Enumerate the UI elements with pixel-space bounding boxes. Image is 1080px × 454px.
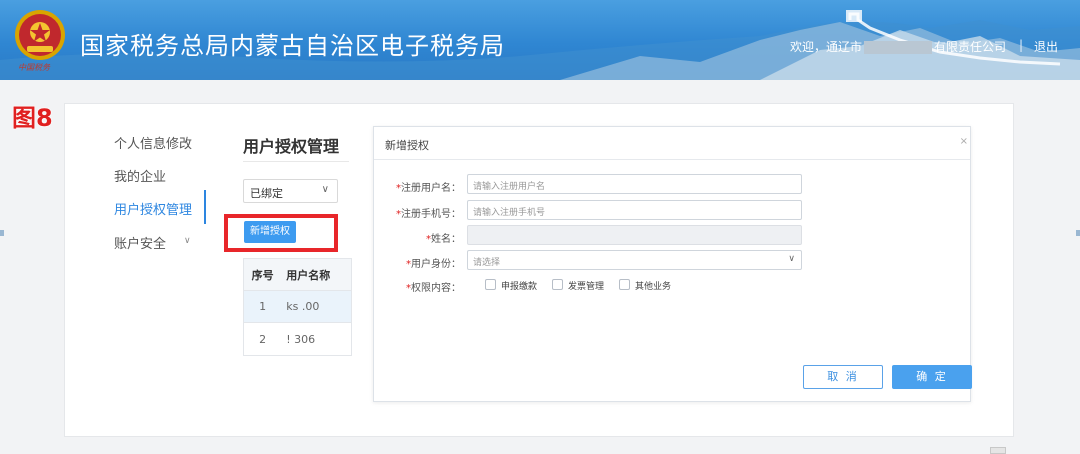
chevron-down-icon: ∨	[184, 236, 191, 246]
name-label: *姓名：	[426, 234, 461, 245]
sidebar-item-label: 账户安全	[114, 237, 167, 252]
table-header-row: 序号 用户名称	[244, 259, 351, 291]
username-input[interactable]: 请输入注册用户名	[467, 174, 802, 194]
phone-label-text: 注册手机号：	[401, 209, 461, 220]
redacted-name	[864, 41, 933, 54]
phone-label: *注册手机号：	[396, 209, 461, 220]
welcome-prefix: 欢迎，通辽市	[790, 40, 863, 54]
checkbox-invoice-management-label: 发票管理	[568, 282, 605, 292]
permissions-label-text: 权限内容：	[411, 283, 461, 294]
right-edge-handle	[1076, 230, 1080, 236]
active-menu-indicator	[204, 190, 206, 224]
checkbox-other-business-label: 其他业务	[635, 282, 672, 292]
name-label-text: 姓名：	[431, 234, 461, 245]
welcome-text: 欢迎，通辽市 有限责任公司	[790, 38, 1006, 55]
column-header-index: 序号	[251, 268, 274, 282]
tax-emblem-icon	[15, 10, 65, 60]
chevron-down-icon: ∨	[788, 254, 795, 264]
taskbar-icon	[990, 447, 1006, 454]
identity-label-text: 用户身份：	[411, 259, 461, 270]
identity-select[interactable]: 请选择 ∨	[467, 250, 802, 270]
sidebar-item-label: 用户授权管理	[114, 203, 193, 218]
identity-label: *用户身份：	[406, 259, 461, 270]
row-index: 1	[259, 300, 267, 313]
figure-tag: 图8	[12, 104, 54, 133]
username-label-text: 注册用户名：	[401, 183, 461, 194]
dialog-header: 新增授权 ×	[374, 127, 970, 160]
dialog-title: 新增授权	[385, 139, 429, 152]
chevron-down-icon: ∨	[321, 184, 329, 195]
name-input[interactable]	[467, 225, 802, 245]
authorized-users-table: 序号 用户名称 1 ks .00 2 ! 306	[243, 258, 352, 356]
sidebar-item-account-security[interactable]: 账户安全 ∨	[114, 233, 191, 252]
site-header: 中国税务 国家税务总局内蒙古自治区电子税务局 欢迎，通辽市 有限责任公司 | 退出	[0, 0, 1080, 80]
row-username: ! 306	[286, 332, 316, 346]
permissions-label: *权限内容：	[406, 283, 461, 294]
highlight-box	[224, 214, 338, 252]
table-row[interactable]: 1 ks .00	[244, 291, 351, 323]
checkbox-tax-payment[interactable]	[485, 279, 496, 290]
username-label: *注册用户名：	[396, 183, 461, 194]
row-index: 2	[259, 332, 267, 346]
phone-input[interactable]: 请输入注册手机号	[467, 200, 802, 220]
header-separator: |	[1019, 38, 1024, 52]
add-authorization-dialog: 新增授权 × *注册用户名： 请输入注册用户名 *注册手机号： 请输入注册手机号…	[373, 126, 972, 402]
sidebar-item-my-company[interactable]: 我的企业	[114, 166, 166, 185]
title-divider	[243, 161, 349, 162]
checkbox-invoice-management[interactable]	[552, 279, 563, 290]
sidebar-item-user-authorization[interactable]: 用户授权管理	[114, 199, 192, 218]
checkbox-tax-payment-label: 申报缴款	[501, 282, 538, 292]
logout-link[interactable]: 退出	[1034, 38, 1058, 55]
emblem-caption: 中国税务	[18, 63, 50, 72]
sidebar-item-label: 个人信息修改	[114, 137, 193, 152]
left-edge-handle	[0, 230, 4, 236]
column-header-username: 用户名称	[286, 268, 331, 282]
binding-status-select[interactable]: 已绑定 ∨	[243, 179, 338, 203]
page-title: 用户授权管理	[243, 137, 340, 156]
identity-placeholder: 请选择	[473, 258, 501, 268]
binding-status-value: 已绑定	[250, 187, 283, 200]
table-row[interactable]: 2 ! 306	[244, 323, 351, 355]
row-username: ks .00	[286, 300, 320, 313]
checkbox-other-business[interactable]	[619, 279, 630, 290]
site-title: 国家税务总局内蒙古自治区电子税务局	[80, 32, 505, 60]
sidebar-item-label: 我的企业	[114, 170, 167, 185]
sidebar-item-profile[interactable]: 个人信息修改	[114, 133, 192, 152]
close-icon[interactable]: ×	[960, 136, 968, 147]
cancel-button[interactable]: 取 消	[803, 365, 883, 389]
confirm-button[interactable]: 确 定	[892, 365, 972, 389]
welcome-suffix: 有限责任公司	[934, 40, 1007, 54]
